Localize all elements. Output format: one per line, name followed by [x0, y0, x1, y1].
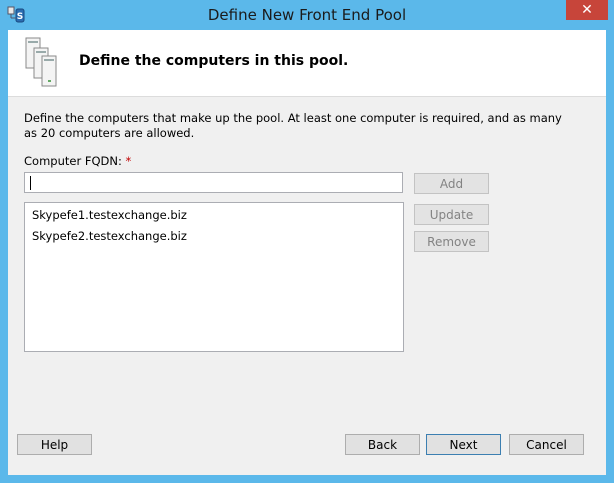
close-button[interactable]: ✕ [566, 0, 608, 20]
list-item[interactable]: Skypefe2.testexchange.biz [25, 226, 403, 247]
dialog-window: S Define New Front End Pool ✕ Define the… [0, 0, 614, 483]
window-title: Define New Front End Pool [207, 6, 407, 24]
required-marker: * [125, 154, 132, 168]
list-item[interactable]: Skypefe1.testexchange.biz [25, 205, 403, 226]
fqdn-label: Computer FQDN: * [24, 154, 131, 168]
remove-button[interactable]: Remove [414, 231, 489, 252]
back-button[interactable]: Back [345, 434, 420, 455]
fqdn-label-text: Computer FQDN: [24, 154, 122, 168]
cancel-button[interactable]: Cancel [509, 434, 584, 455]
wizard-header: Define the computers in this pool. [8, 30, 606, 97]
title-bar[interactable]: S Define New Front End Pool ✕ [0, 0, 614, 30]
next-button[interactable]: Next [426, 434, 501, 455]
add-button[interactable]: Add [414, 173, 489, 194]
text-caret [30, 176, 31, 190]
computers-list[interactable]: Skypefe1.testexchange.biz Skypefe2.teste… [24, 202, 404, 352]
close-icon: ✕ [581, 2, 593, 18]
servers-icon [25, 37, 57, 87]
description-text: Define the computers that make up the po… [24, 111, 562, 140]
page-title: Define the computers in this pool. [79, 53, 349, 69]
dialog-client-area: Define the computers in this pool. Defin… [8, 30, 606, 475]
update-button[interactable]: Update [414, 204, 489, 225]
help-button[interactable]: Help [17, 434, 92, 455]
fqdn-input[interactable] [24, 172, 403, 193]
